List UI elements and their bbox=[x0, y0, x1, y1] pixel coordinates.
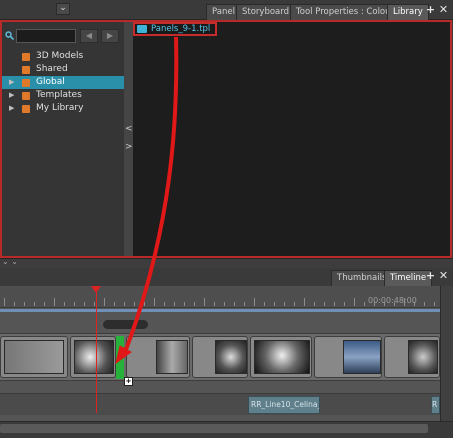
ruler-tick bbox=[234, 302, 235, 306]
panel-thumbnail bbox=[343, 340, 381, 374]
ruler-tick bbox=[64, 302, 65, 306]
add-tab-button[interactable]: + bbox=[425, 270, 436, 283]
ruler-tick bbox=[364, 302, 365, 306]
ruler-tick bbox=[84, 302, 85, 306]
folder-icon bbox=[22, 79, 30, 87]
ruler-tick bbox=[304, 298, 305, 306]
ruler-tick bbox=[164, 302, 165, 306]
scrollbar-thumb[interactable] bbox=[0, 424, 428, 433]
collapse-left-icon[interactable]: < bbox=[125, 123, 133, 135]
expand-arrow-icon[interactable]: ▶ bbox=[9, 102, 14, 115]
template-file-icon bbox=[137, 25, 147, 33]
ruler-tick bbox=[144, 302, 145, 306]
add-tab-button[interactable]: + bbox=[425, 4, 436, 17]
folder-item-3d-models[interactable]: 3D Models bbox=[2, 50, 124, 63]
vertical-scrollbar[interactable] bbox=[440, 286, 453, 421]
collapse-chevron[interactable]: ⌄ bbox=[56, 3, 70, 15]
close-tab-button[interactable]: ✕ bbox=[438, 4, 449, 17]
ruler-tick bbox=[104, 298, 105, 306]
panel-thumbnail bbox=[4, 340, 64, 374]
ruler-tick bbox=[54, 298, 55, 306]
forward-button[interactable]: ▶ bbox=[101, 29, 119, 43]
search-icon bbox=[5, 31, 15, 41]
ruler-tick bbox=[284, 302, 285, 306]
ruler-tick bbox=[254, 298, 255, 306]
ruler-tick bbox=[74, 302, 75, 306]
drop-insert-marker bbox=[116, 336, 124, 379]
ruler-tick bbox=[224, 302, 225, 306]
ruler-tick bbox=[174, 302, 175, 306]
folder-item-shared[interactable]: Shared bbox=[2, 63, 124, 76]
ruler-tick bbox=[124, 302, 125, 306]
ruler-tick bbox=[34, 302, 35, 306]
panel-thumbnail bbox=[156, 340, 188, 374]
folder-item-templates[interactable]: ▶ Templates bbox=[2, 89, 124, 102]
ruler-tick bbox=[134, 302, 135, 306]
folder-list: 3D Models Shared ▶ Global ▶ Templates ▶ My … bbox=[2, 50, 124, 115]
ruler-tick bbox=[314, 302, 315, 306]
ruler-tick bbox=[344, 302, 345, 306]
ruler-tick bbox=[294, 302, 295, 306]
close-tab-button[interactable]: ✕ bbox=[438, 270, 449, 283]
audio-clip[interactable]: R bbox=[431, 396, 440, 414]
ruler-tick bbox=[204, 298, 205, 306]
template-item-label: Panels_9-1.tpl bbox=[151, 24, 211, 34]
ruler-tick bbox=[24, 302, 25, 306]
expand-arrow-icon[interactable]: ▶ bbox=[9, 89, 14, 102]
folder-icon bbox=[22, 53, 30, 61]
ruler-tick bbox=[214, 302, 215, 306]
panel-divider[interactable]: ⌄ ⌄ bbox=[0, 257, 453, 268]
ruler-tick bbox=[4, 298, 5, 306]
folder-item-my-library[interactable]: ▶ My Library bbox=[2, 102, 124, 115]
panel-thumbnail bbox=[408, 340, 438, 374]
audio-clip[interactable]: RR_Line10_Celina_ bbox=[248, 396, 320, 414]
audio-track bbox=[0, 393, 440, 415]
ruler-tick bbox=[14, 302, 15, 306]
pane-splitter[interactable] bbox=[124, 22, 133, 256]
ruler-tick bbox=[354, 298, 355, 306]
ruler-tick bbox=[424, 302, 425, 306]
ruler-tick bbox=[274, 302, 275, 306]
library-search-input[interactable] bbox=[16, 29, 76, 43]
ruler-tick bbox=[44, 302, 45, 306]
ruler-tick bbox=[194, 302, 195, 306]
ruler-tick bbox=[324, 302, 325, 306]
tab-tool-properties[interactable]: Tool Properties : Colour bbox=[290, 4, 401, 20]
transition-handle[interactable] bbox=[103, 320, 148, 329]
library-content-pane bbox=[133, 22, 450, 256]
panel-thumbnail bbox=[215, 340, 247, 374]
panel-thumbnail bbox=[254, 340, 310, 374]
playhead-line[interactable] bbox=[96, 290, 97, 413]
folder-icon bbox=[22, 105, 30, 113]
expand-arrow-icon[interactable]: ▶ bbox=[9, 76, 14, 89]
scene-track[interactable] bbox=[0, 309, 440, 312]
tab-library[interactable]: Library bbox=[387, 4, 429, 20]
ruler-tick bbox=[184, 302, 185, 306]
collapse-right-icon[interactable]: > bbox=[125, 141, 133, 153]
ruler-tick bbox=[94, 302, 95, 306]
folder-icon bbox=[22, 92, 30, 100]
ruler-tick bbox=[434, 302, 435, 306]
folder-item-global[interactable]: ▶ Global bbox=[2, 76, 124, 89]
tab-storyboard[interactable]: Storyboard bbox=[236, 4, 295, 20]
ruler-tick bbox=[264, 302, 265, 306]
back-button[interactable]: ◀ bbox=[80, 29, 98, 43]
folder-icon bbox=[22, 66, 30, 74]
ruler-tick bbox=[244, 302, 245, 306]
timecode-label: 00:00:48:00 bbox=[368, 296, 417, 305]
ruler-tick bbox=[334, 302, 335, 306]
drag-add-icon: + bbox=[124, 377, 133, 386]
panel-thumbnail bbox=[74, 340, 114, 374]
ruler-tick bbox=[114, 302, 115, 306]
ruler-tick bbox=[154, 298, 155, 306]
